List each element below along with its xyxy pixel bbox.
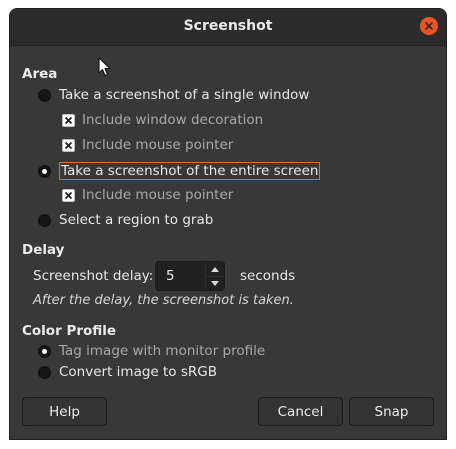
radio-label: Take a screenshot of the entire screen	[59, 162, 321, 180]
checkbox-indicator	[62, 138, 75, 152]
close-button[interactable]	[420, 17, 438, 35]
delay-input[interactable]	[156, 262, 204, 290]
mouse-pointer-icon	[98, 57, 111, 77]
spin-up-button[interactable]	[206, 262, 224, 277]
radio-label: Tag image with monitor profile	[59, 343, 266, 359]
check-mark-icon	[64, 191, 73, 199]
radio-single-window[interactable]: Take a screenshot of a single window	[38, 87, 309, 103]
checkbox-label: Include mouse pointer	[82, 137, 234, 153]
cancel-button[interactable]: Cancel	[258, 397, 343, 426]
spin-down-button[interactable]	[206, 276, 224, 290]
spin-buttons	[205, 262, 224, 290]
radio-indicator[interactable]	[38, 365, 51, 379]
checkbox-label: Include window decoration	[82, 112, 264, 128]
radio-tag-monitor-profile[interactable]: Tag image with monitor profile	[38, 343, 265, 359]
checkbox-indicator	[62, 113, 75, 127]
window-title: Screenshot	[183, 18, 273, 34]
screenshot-dialog: Screenshot Area Take a screenshot of a s…	[10, 9, 446, 439]
checkbox-indicator[interactable]	[62, 188, 75, 202]
checkbox-label: Include mouse pointer	[82, 187, 234, 203]
area-heading: Area	[22, 66, 58, 82]
chevron-down-icon	[211, 280, 219, 286]
help-button[interactable]: Help	[22, 397, 107, 426]
delay-heading: Delay	[22, 242, 65, 258]
radio-convert-srgb[interactable]: Convert image to sRGB	[38, 364, 217, 380]
snap-button[interactable]: Snap	[349, 397, 434, 426]
delay-spinbutton[interactable]	[155, 261, 225, 291]
title-bar: Screenshot	[10, 9, 446, 46]
radio-indicator[interactable]	[38, 164, 51, 178]
radio-indicator[interactable]	[38, 344, 51, 358]
check-mark-icon	[64, 141, 73, 149]
check-include-decoration: Include window decoration	[62, 112, 263, 128]
color-profile-heading: Color Profile	[22, 323, 117, 339]
close-icon	[425, 22, 433, 30]
check-mark-icon	[64, 116, 73, 124]
dialog-body: Area Take a screenshot of a single windo…	[10, 46, 446, 439]
radio-indicator[interactable]	[38, 88, 51, 102]
radio-entire-screen[interactable]: Take a screenshot of the entire screen	[38, 162, 321, 180]
radio-label: Convert image to sRGB	[59, 364, 217, 380]
delay-unit: seconds	[240, 268, 296, 284]
radio-label: Take a screenshot of a single window	[59, 87, 310, 103]
radio-indicator[interactable]	[38, 213, 51, 227]
delay-label: Screenshot delay:	[33, 268, 154, 284]
delay-note: After the delay, the screenshot is taken…	[33, 293, 294, 308]
radio-select-region[interactable]: Select a region to grab	[38, 212, 213, 228]
check-include-pointer-screen[interactable]: Include mouse pointer	[62, 187, 233, 203]
check-include-pointer-window: Include mouse pointer	[62, 137, 233, 153]
chevron-up-icon	[211, 266, 219, 272]
radio-label: Select a region to grab	[59, 212, 214, 228]
